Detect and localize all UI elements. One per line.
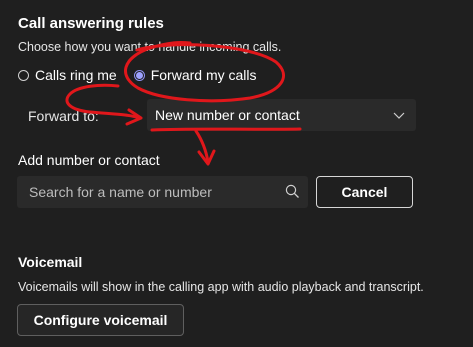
forward-to-value: New number or contact [155, 107, 300, 123]
radio-calls-ring-me[interactable]: Calls ring me [18, 67, 117, 83]
call-answering-title: Call answering rules [18, 15, 164, 32]
contact-search-input[interactable] [17, 176, 277, 208]
call-answering-description: Choose how you want to handle incoming c… [18, 40, 282, 54]
radio-forward-my-calls-label: Forward my calls [150, 67, 257, 83]
cancel-button[interactable]: Cancel [316, 176, 413, 208]
configure-voicemail-button[interactable]: Configure voicemail [17, 304, 184, 336]
search-icon [285, 184, 299, 198]
call-settings-panel: Call answering rules Choose how you want… [0, 0, 473, 347]
forward-to-label: Forward to: [28, 108, 99, 124]
annotation-down-arrow [194, 129, 210, 164]
radio-forward-my-calls[interactable]: Forward my calls [133, 67, 257, 83]
forward-to-dropdown[interactable]: New number or contact [147, 99, 416, 131]
radio-checked-icon [133, 69, 145, 81]
annotation-arrowhead-1 [125, 108, 143, 126]
contact-search-box [17, 176, 308, 208]
radio-calls-ring-me-label: Calls ring me [35, 67, 117, 83]
call-answering-options: Calls ring me Forward my calls [18, 67, 257, 83]
radio-unchecked-icon [18, 69, 29, 81]
chevron-down-icon [393, 112, 405, 119]
voicemail-title: Voicemail [18, 254, 83, 270]
add-number-label: Add number or contact [18, 152, 160, 168]
voicemail-description: Voicemails will show in the calling app … [18, 280, 424, 294]
annotation-arrowhead-2 [197, 149, 216, 166]
